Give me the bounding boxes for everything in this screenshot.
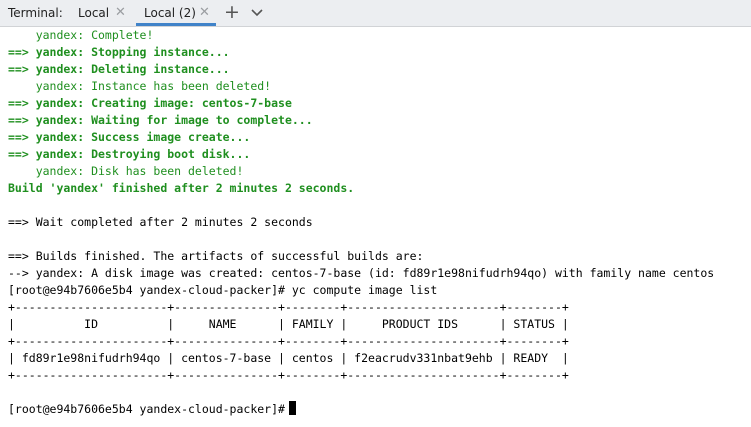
output-line: ==> yandex: Success image create... xyxy=(8,130,251,144)
tab-local-2-label: Local (2) xyxy=(144,6,196,20)
terminal-output[interactable]: yandex: Complete! ==> yandex: Stopping i… xyxy=(0,27,751,427)
close-icon[interactable]: ✕ xyxy=(115,5,126,20)
output-line: ==> yandex: Creating image: centos-7-bas… xyxy=(8,96,292,110)
table-row: | fd89r1e98nifudrh94qo | centos-7-base |… xyxy=(8,351,569,365)
output-line: ==> yandex: Destroying boot disk... xyxy=(8,147,251,161)
shell-prompt: [root@e94b7606e5b4 yandex-cloud-packer]# xyxy=(8,402,285,416)
close-icon[interactable]: ✕ xyxy=(199,5,210,20)
command-line: [root@e94b7606e5b4 yandex-cloud-packer]#… xyxy=(8,283,438,297)
output-line: ==> yandex: Deleting instance... xyxy=(8,62,230,76)
chevron-down-icon[interactable] xyxy=(249,5,265,21)
tab-local-2[interactable]: Local (2) ✕ xyxy=(136,0,216,26)
tab-local[interactable]: Local ✕ xyxy=(70,0,132,26)
output-line: --> yandex: A disk image was created: ce… xyxy=(8,266,715,280)
table-border: +----------------------+---------------+… xyxy=(8,368,569,382)
output-line: ==> Wait completed after 2 minutes 2 sec… xyxy=(8,215,313,229)
output-line: yandex: Instance has been deleted! xyxy=(8,79,272,93)
table-header: | ID | NAME | FAMILY | PRODUCT IDS | STA… xyxy=(8,317,569,331)
output-line: yandex: Disk has been deleted! xyxy=(8,164,244,178)
table-border: +----------------------+---------------+… xyxy=(8,300,569,314)
table-border: +----------------------+---------------+… xyxy=(8,334,569,348)
prompt-line[interactable]: [root@e94b7606e5b4 yandex-cloud-packer]# xyxy=(8,401,296,418)
output-line: Build 'yandex' finished after 2 minutes … xyxy=(8,181,355,195)
text-cursor xyxy=(288,401,296,415)
tab-local-label: Local xyxy=(78,6,110,20)
output-line: ==> yandex: Waiting for image to complet… xyxy=(8,113,313,127)
output-line: ==> yandex: Stopping instance... xyxy=(8,45,230,59)
terminal-label: Terminal: xyxy=(8,6,63,20)
output-line: yandex: Complete! xyxy=(8,28,154,42)
add-tab-icon[interactable]: + xyxy=(224,1,240,23)
terminal-tab-bar: Terminal: Local ✕ Local (2) ✕ + xyxy=(0,0,751,27)
output-line: ==> Builds finished. The artifacts of su… xyxy=(8,249,424,263)
